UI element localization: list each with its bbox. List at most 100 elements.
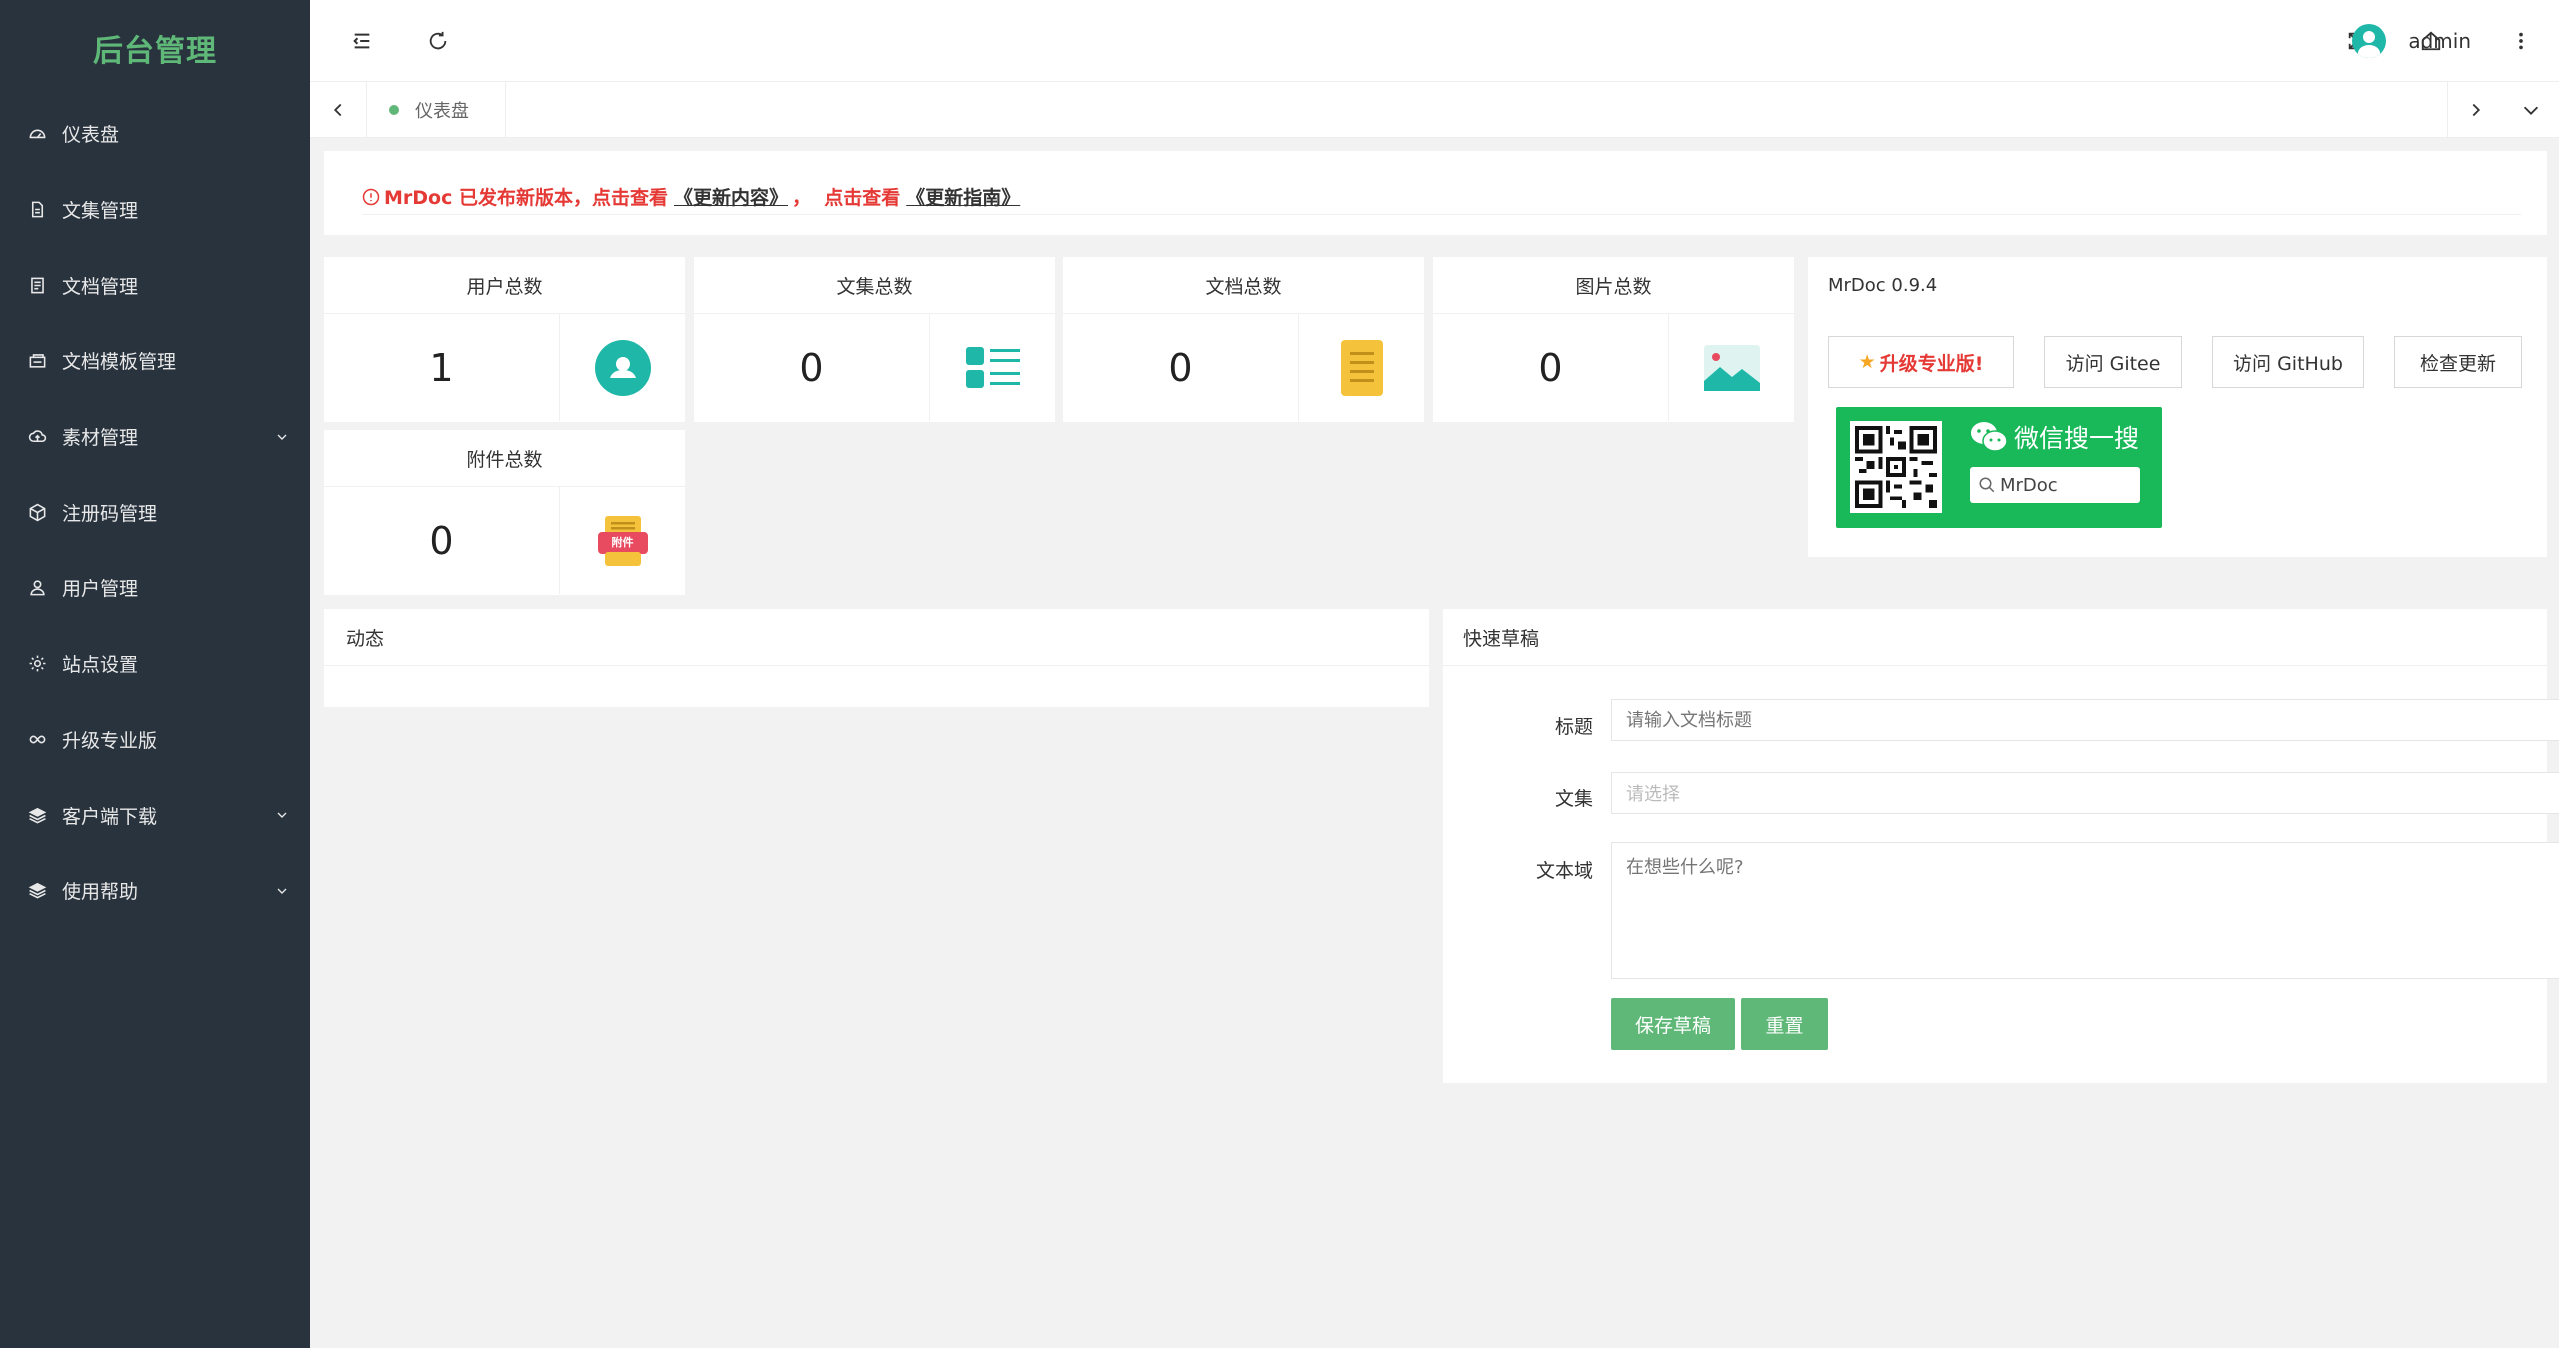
visit-github-button[interactable]: 访问 GitHub xyxy=(2212,336,2364,388)
update-content-link[interactable]: 《更新内容》 xyxy=(674,183,788,210)
search-icon xyxy=(1979,477,1995,493)
check-update-button[interactable]: 检查更新 xyxy=(2394,336,2522,388)
top-header: admin xyxy=(310,0,2559,82)
content-field-label: 文本域 xyxy=(1535,860,1593,882)
stat-value: 0 xyxy=(1168,345,1193,390)
stat-title: 图片总数 xyxy=(1433,257,1794,314)
sidebar-item-label: 注册码管理 xyxy=(62,502,158,525)
sidebar-item-reg-codes[interactable]: 注册码管理 xyxy=(0,474,310,550)
stat-value: 1 xyxy=(429,345,454,390)
tab-dashboard[interactable]: 仪表盘 xyxy=(366,82,506,138)
username: admin xyxy=(2408,29,2471,53)
sidebar-item-upgrade[interactable]: 升级专业版 xyxy=(0,702,310,778)
sidebar-item-label: 站点设置 xyxy=(62,654,139,677)
project-select[interactable]: 请选择 xyxy=(1611,772,2559,814)
tab-bar: 仪表盘 xyxy=(310,82,2559,138)
stat-value: 0 xyxy=(799,345,824,390)
notice-message-2: ， 点击查看 xyxy=(792,187,901,209)
sidebar-item-users[interactable]: 用户管理 xyxy=(0,550,310,626)
stat-title: 用户总数 xyxy=(324,257,685,314)
wechat-search-box: MrDoc xyxy=(1970,467,2140,503)
upgrade-pro-label: 升级专业版! xyxy=(1879,352,1984,375)
update-notice: MrDoc 已发布新版本，点击查看 《更新内容》 ， 点击查看 《更新指南》 xyxy=(324,151,2547,235)
file-icon xyxy=(26,199,48,221)
quick-draft-title: 快速草稿 xyxy=(1443,609,2547,666)
tab-label: 仪表盘 xyxy=(415,101,469,122)
title-field-label: 标题 xyxy=(1554,716,1593,738)
app-logo[interactable]: 后台管理 xyxy=(0,0,310,96)
document-icon xyxy=(1340,339,1383,396)
qr-code xyxy=(1850,421,1942,513)
avatar xyxy=(2352,24,2387,58)
stat-card-collections: 文集总数 0 xyxy=(694,257,1055,422)
sidebar-item-label: 用户管理 xyxy=(62,578,139,601)
visit-gitee-button[interactable]: 访问 Gitee xyxy=(2044,336,2182,388)
stat-card-images: 图片总数 0 xyxy=(1433,257,1794,422)
sidebar-item-collections[interactable]: 文集管理 xyxy=(0,172,310,248)
chevron-right-icon xyxy=(2472,103,2480,117)
star-icon: ★ xyxy=(1858,351,1876,373)
sidebar-item-label: 仪表盘 xyxy=(62,124,120,147)
chevron-down-icon xyxy=(2523,106,2539,115)
more-vertical-icon xyxy=(2519,32,2523,50)
document-icon xyxy=(26,274,48,296)
wechat-icon xyxy=(1971,422,2008,452)
list-icon xyxy=(965,346,1020,388)
activity-panel: 动态 xyxy=(324,609,1429,707)
stat-value: 0 xyxy=(429,518,454,563)
chevron-down-icon xyxy=(277,434,287,440)
wechat-search-banner[interactable]: 微信搜一搜 MrDoc xyxy=(1836,407,2162,528)
stat-card-attachments: 附件总数 0 附件 xyxy=(324,430,685,595)
chevron-left-icon xyxy=(333,103,342,117)
sidebar-item-materials[interactable]: 素材管理 xyxy=(0,399,310,475)
template-icon xyxy=(26,350,48,372)
draft-title-input[interactable] xyxy=(1611,699,2559,741)
wechat-title: 微信搜一搜 xyxy=(1970,419,2139,455)
user-menu[interactable]: admin xyxy=(2352,0,2471,82)
save-draft-button[interactable]: 保存草稿 xyxy=(1611,998,1735,1050)
refresh-button[interactable] xyxy=(400,0,476,82)
sidebar-item-templates[interactable]: 文档模板管理 xyxy=(0,323,310,399)
activity-title: 动态 xyxy=(324,609,1429,666)
info-circle-icon xyxy=(362,188,380,205)
quick-draft-panel: 快速草稿 标题 文集 请选择 文本域 保存草稿 重置 xyxy=(1443,609,2559,1083)
user-icon xyxy=(26,577,48,599)
stat-card-users: 用户总数 1 xyxy=(324,257,685,422)
sidebar: 后台管理 仪表盘 文集管理 文档管理 文档模板管理 素材管理 注册码管理 用户管… xyxy=(0,0,310,1348)
sidebar-item-label: 素材管理 xyxy=(62,427,139,450)
sidebar-item-label: 客户端下载 xyxy=(62,805,158,828)
update-guide-link[interactable]: 《更新指南》 xyxy=(906,183,1020,210)
wechat-search-text: MrDoc xyxy=(2000,474,2058,496)
gear-icon xyxy=(26,653,48,675)
chevron-down-icon xyxy=(277,812,287,818)
sidebar-item-label: 文集管理 xyxy=(62,200,139,223)
sidebar-item-dashboard[interactable]: 仪表盘 xyxy=(0,96,310,172)
upgrade-pro-button[interactable]: ★ 升级专业版! xyxy=(1828,336,2014,388)
reset-button[interactable]: 重置 xyxy=(1741,998,1828,1050)
draft-content-textarea[interactable] xyxy=(1611,842,2559,979)
infinity-icon xyxy=(26,728,48,750)
tabs-scroll-left-button[interactable] xyxy=(310,82,366,138)
tabs-menu-button[interactable] xyxy=(2503,82,2559,138)
layers-icon xyxy=(26,880,48,902)
tabs-scroll-right-button[interactable] xyxy=(2447,82,2503,138)
sidebar-item-site-settings[interactable]: 站点设置 xyxy=(0,626,310,702)
sidebar-item-documents[interactable]: 文档管理 xyxy=(0,247,310,323)
sidebar-item-label: 升级专业版 xyxy=(62,729,158,752)
sidebar-item-client-download[interactable]: 客户端下载 xyxy=(0,777,310,853)
sidebar-item-label: 使用帮助 xyxy=(62,881,139,904)
more-options-button[interactable] xyxy=(2483,0,2559,82)
stat-title: 文集总数 xyxy=(694,257,1055,314)
sidebar-item-help[interactable]: 使用帮助 xyxy=(0,853,310,929)
image-icon xyxy=(1703,344,1760,391)
active-dot xyxy=(389,105,399,115)
project-field-label: 文集 xyxy=(1554,788,1593,810)
toggle-sidebar-button[interactable] xyxy=(324,0,400,82)
menu-fold-icon xyxy=(353,33,370,49)
notice-message: MrDoc 已发布新版本，点击查看 xyxy=(384,187,668,209)
project-select-placeholder: 请选择 xyxy=(1626,784,1680,805)
stat-title: 文档总数 xyxy=(1063,257,1424,314)
layers-icon xyxy=(26,804,48,826)
stat-title: 附件总数 xyxy=(324,430,685,487)
wechat-title-text: 微信搜一搜 xyxy=(2014,424,2140,453)
